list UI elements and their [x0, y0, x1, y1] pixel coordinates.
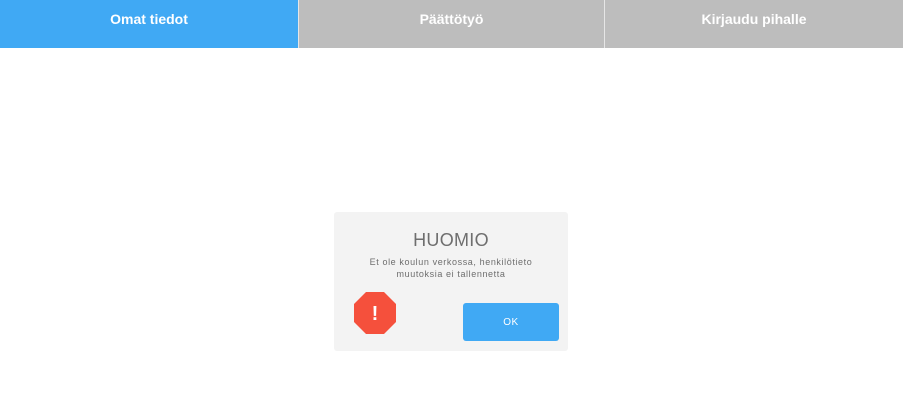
dialog-message-line: muutoksia ei tallennetta: [396, 269, 506, 279]
ok-button[interactable]: OK: [463, 303, 559, 341]
warning-glyph: !: [372, 303, 379, 325]
dialog-title: HUOMIO: [413, 230, 489, 250]
alert-dialog: HUOMIO Et ole koulun verkossa, henkilöti…: [334, 212, 568, 351]
dialog-message: Et ole koulun verkossa, henkilötieto muu…: [344, 256, 558, 280]
top-navigation: Omat tiedot Päättötyö Kirjaudu pihalle: [0, 0, 903, 48]
tab-label: Päättötyö: [419, 11, 484, 27]
tab-omat-tiedot[interactable]: Omat tiedot: [0, 0, 298, 48]
dialog-message-line: Et ole koulun verkossa, henkilötieto: [369, 257, 533, 267]
tab-paattotyo[interactable]: Päättötyö: [298, 0, 604, 48]
warning-octagon-icon: !: [354, 292, 396, 334]
tab-label: Kirjaudu pihalle: [701, 11, 807, 27]
tab-label: Omat tiedot: [110, 11, 188, 27]
tab-kirjaudu-pihalle[interactable]: Kirjaudu pihalle: [604, 0, 903, 48]
